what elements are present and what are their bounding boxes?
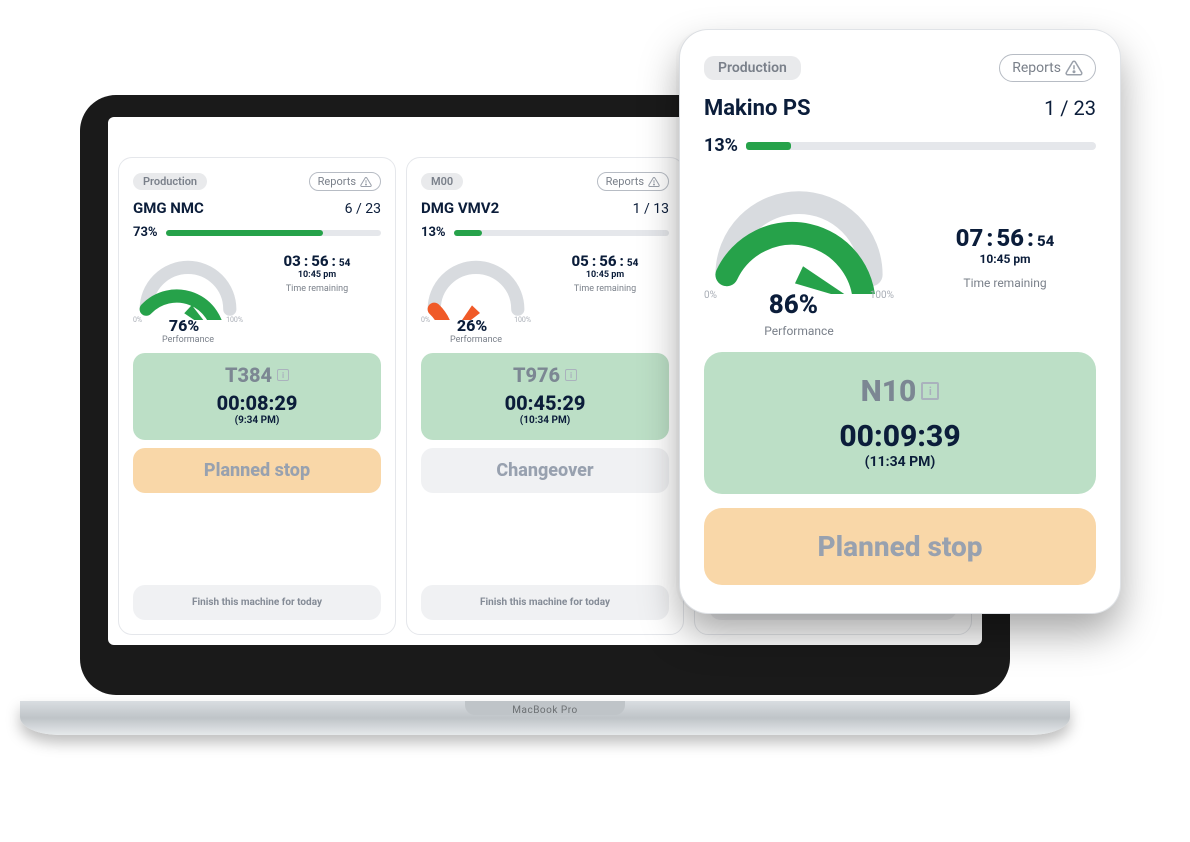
reports-label: Reports xyxy=(318,175,356,188)
time-remaining: 07 : 56 : 54 10:45 pm Time remaining xyxy=(914,224,1096,290)
job-timer-at: (10:34 PM) xyxy=(429,415,661,426)
machine-card[interactable]: M00 Reports DMG VMV2 1 / 13 13% 0%26%100… xyxy=(406,157,684,635)
phone-card: Production Reports Makino PS 1 / 23 13% … xyxy=(680,30,1120,613)
status-pill: M00 xyxy=(421,173,463,190)
laptop-brand-text: MacBook Pro xyxy=(512,705,577,716)
reports-button[interactable]: Reports xyxy=(597,172,669,191)
progress-pct: 73% xyxy=(133,225,158,240)
performance-label: Performance xyxy=(450,335,502,345)
info-icon[interactable]: i xyxy=(921,382,939,400)
progress-pct: 13% xyxy=(421,225,446,240)
performance-label: Performance xyxy=(162,335,214,345)
machine-card[interactable]: Production Reports GMG NMC 6 / 23 73% 0%… xyxy=(118,157,396,635)
reports-button[interactable]: Reports xyxy=(999,54,1096,82)
count-text: 1 / 23 xyxy=(1044,96,1096,120)
job-timer: 00:09:39 xyxy=(716,419,1084,454)
job-panel[interactable]: N10i 00:09:39 (11:34 PM) xyxy=(704,352,1096,494)
job-code: N10 xyxy=(861,374,917,409)
machine-name: GMG NMC xyxy=(133,199,204,217)
job-timer: 00:08:29 xyxy=(141,391,373,415)
info-icon[interactable]: i xyxy=(565,369,577,381)
alert-icon xyxy=(1065,59,1083,77)
performance-label: Performance xyxy=(764,324,833,338)
progress-bar xyxy=(166,230,381,236)
finish-button[interactable]: Finish this machine for today xyxy=(421,585,669,620)
count-text: 1 / 13 xyxy=(633,201,669,217)
job-timer-at: (11:34 PM) xyxy=(716,454,1084,470)
job-timer: 00:45:29 xyxy=(429,391,661,415)
status-pill: Production xyxy=(704,56,801,80)
reports-label: Reports xyxy=(606,175,644,188)
time-remaining: 03 : 56 : 54 10:45 pm Time remaining xyxy=(253,252,381,294)
reports-label: Reports xyxy=(1012,60,1061,76)
job-code: T384 xyxy=(225,363,272,387)
machine-name: DMG VMV2 xyxy=(421,199,499,217)
time-remaining: 05 : 56 : 54 10:45 pm Time remaining xyxy=(541,252,669,294)
gauge: 0%76%100% Performance xyxy=(133,252,243,345)
alert-icon xyxy=(360,176,372,188)
laptop-base: MacBook Pro xyxy=(20,701,1070,735)
progress-pct: 13% xyxy=(704,135,738,156)
gauge: 0%86%100% Performance xyxy=(704,176,894,338)
info-icon[interactable]: i xyxy=(277,369,289,381)
reports-button[interactable]: Reports xyxy=(309,172,381,191)
alert-icon xyxy=(648,176,660,188)
machine-name: Makino PS xyxy=(704,96,811,121)
gauge: 0%26%100% Performance xyxy=(421,252,531,345)
action-button[interactable]: Planned stop xyxy=(704,508,1096,585)
action-button[interactable]: Changeover xyxy=(421,448,669,493)
job-panel[interactable]: T384 i 00:08:29 (9:34 PM) xyxy=(133,353,381,440)
job-code: T976 xyxy=(513,363,560,387)
action-button[interactable]: Planned stop xyxy=(133,448,381,493)
finish-button[interactable]: Finish this machine for today xyxy=(133,585,381,620)
status-pill: Production xyxy=(133,173,207,190)
job-panel[interactable]: T976 i 00:45:29 (10:34 PM) xyxy=(421,353,669,440)
progress-bar xyxy=(746,142,1096,150)
job-timer-at: (9:34 PM) xyxy=(141,415,373,426)
count-text: 6 / 23 xyxy=(345,201,381,217)
progress-bar xyxy=(454,230,669,236)
